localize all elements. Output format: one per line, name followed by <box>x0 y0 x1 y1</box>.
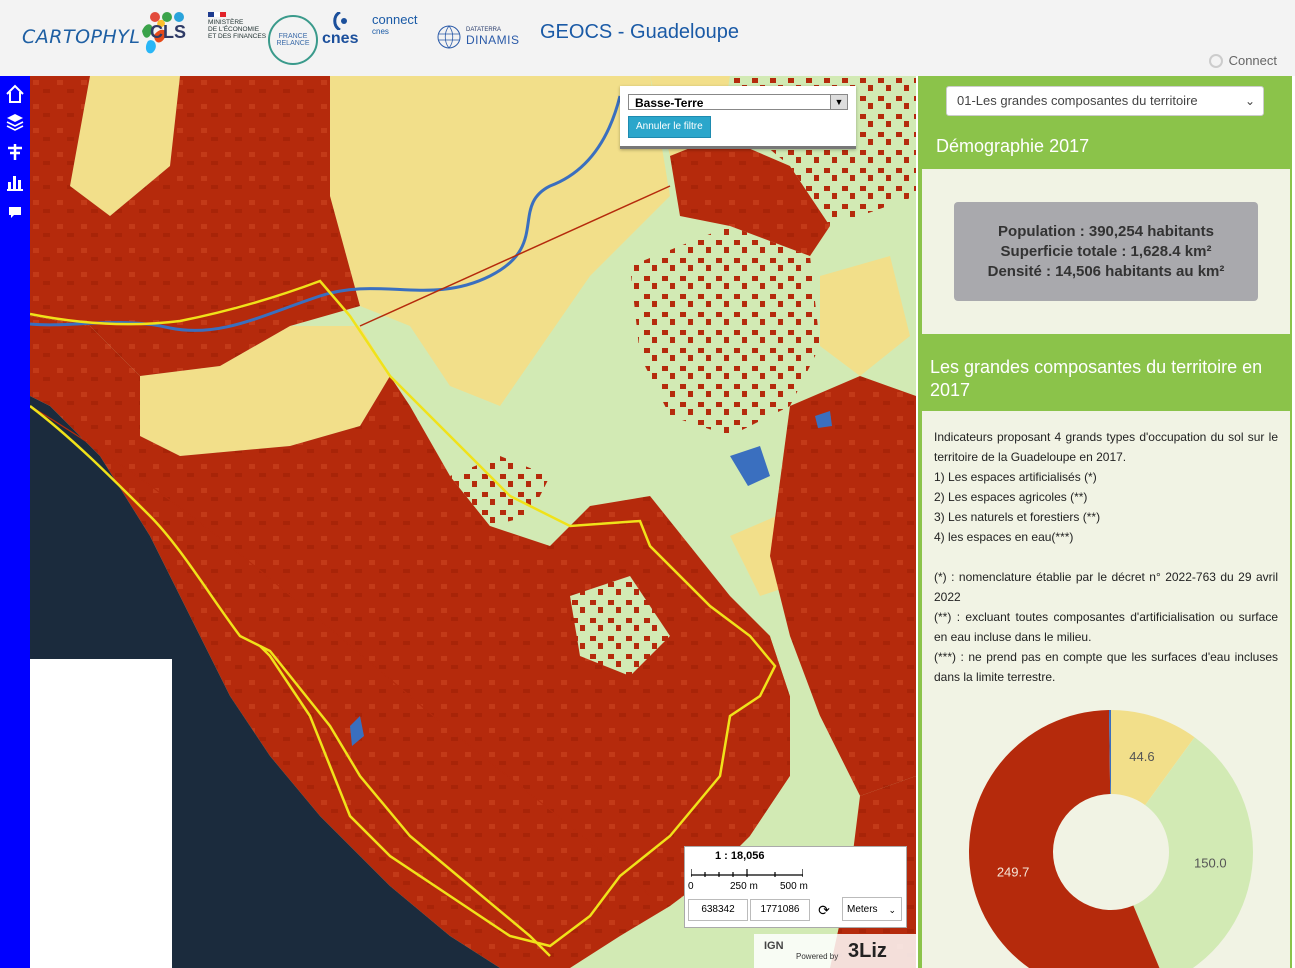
cancel-filter-button[interactable]: Annuler le filtre <box>628 116 711 138</box>
ministere-line-1: MINISTÈRE <box>208 19 244 26</box>
commune-filter-value: Basse-Terre <box>635 96 704 110</box>
app-title: GEOCS - Guadeloupe <box>540 21 739 43</box>
composantes-text: Indicateurs proposant 4 grands types d'o… <box>934 427 1278 687</box>
dinamis-globe-icon <box>437 25 461 49</box>
cnes-logo-text: cnes <box>322 30 359 47</box>
france-relance-logo[interactable]: FRANCE RELANCE <box>268 15 318 65</box>
composantes-item: 3) Les naturels et forestiers (**) <box>934 510 1101 524</box>
composantes-item: 1) Les espaces artificialisés (*) <box>934 470 1097 484</box>
connect-label: Connect <box>1228 53 1277 68</box>
left-toolbar <box>0 76 30 968</box>
french-flag-icon <box>208 12 226 17</box>
coord-y-field[interactable]: 1771086 <box>750 899 810 921</box>
chevron-down-icon: ⌄ <box>1244 94 1255 108</box>
composantes-note: (***) : ne prend pas en compte que les s… <box>934 650 1278 684</box>
cartophyl-logo[interactable]: CARTOPHYL <box>22 12 170 62</box>
dropdown-arrow-icon: ▼ <box>830 95 847 109</box>
connect-logo-subtext: cnes <box>372 27 389 36</box>
theme-select-value: 01-Les grandes composantes du territoire <box>957 93 1198 108</box>
densite-stat: Densité : 14,506 habitants au km² <box>987 263 1225 280</box>
scale-label-0: 0 <box>688 881 694 892</box>
scale-ratio: 1 : 18,056 <box>715 850 765 862</box>
theme-select[interactable]: 01-Les grandes composantes du territoire… <box>946 86 1264 116</box>
composantes-title: Les grandes composantes du territoire en… <box>930 357 1263 400</box>
comment-icon[interactable] <box>3 200 27 224</box>
map-canvas[interactable] <box>30 76 916 968</box>
units-select[interactable]: Meters ⌄ <box>842 897 902 921</box>
ministere-line-3: ET DES FINANCES <box>208 33 267 40</box>
scale-widget: 1 : 18,056 0 250 m 500 m 638342 1771086 … <box>684 846 907 928</box>
refresh-icon[interactable]: ⟳ <box>813 899 835 921</box>
coord-x-field[interactable]: 638342 <box>688 899 748 921</box>
power-icon <box>1208 53 1223 68</box>
relance-logo-text: FRANCE RELANCE <box>276 33 310 47</box>
map-view[interactable]: Basse-Terre ▼ Annuler le filtre 1 : 18,0… <box>30 76 916 968</box>
layers-icon[interactable] <box>3 110 27 134</box>
demographie-stats: Population : 390,254 habitants Superfici… <box>954 202 1258 301</box>
powered-by-text: Powered by <box>796 952 839 961</box>
3liz-logo[interactable]: 3Liz <box>848 940 887 963</box>
scale-bar <box>691 869 803 877</box>
composantes-body: Indicateurs proposant 4 grands types d'o… <box>922 411 1290 968</box>
superficie-stat: Superficie totale : 1,628.4 km² <box>1000 243 1212 260</box>
composantes-intro: Indicateurs proposant 4 grands types d'o… <box>934 430 1278 464</box>
connect-logo-text: connect <box>372 12 418 27</box>
composantes-note: (**) : excluant toutes composantes d'art… <box>934 610 1278 644</box>
commune-filter-select[interactable]: Basse-Terre ▼ <box>628 94 848 110</box>
ministere-logo[interactable]: MINISTÈRE DE L'ÉCONOMIE ET DES FINANCES <box>208 12 266 62</box>
dinamis-logo[interactable]: DATATERRA DINAMIS <box>436 12 520 62</box>
scale-label-250: 250 m <box>730 881 758 892</box>
demographie-title: Démographie 2017 <box>936 136 1090 156</box>
connect-button[interactable]: Connect <box>1208 53 1277 68</box>
composantes-note: (*) : nomenclature établie par le décret… <box>934 570 1278 604</box>
cls-logo[interactable]: CLS <box>150 12 186 62</box>
cls-logo-text: CLS <box>150 22 186 42</box>
ministere-line-2: DE L'ÉCONOMIE <box>208 26 260 33</box>
cnes-swoosh-icon <box>333 12 348 30</box>
cnes-logo[interactable]: cnes <box>322 12 358 62</box>
population-stat: Population : 390,254 habitants <box>998 223 1214 240</box>
ign-logo[interactable]: IGN <box>764 940 784 952</box>
locate-icon[interactable] <box>3 140 27 164</box>
app-header: CARTOPHYL CLS MINISTÈRE DE L'ÉCONOMIE ET… <box>0 0 1295 77</box>
connect-by-cnes-logo[interactable]: connect cnes <box>372 12 418 62</box>
home-icon[interactable] <box>3 82 27 106</box>
dashboard-panel: 01-Les grandes composantes du territoire… <box>916 76 1295 968</box>
dinamis-text: DINAMIS <box>466 33 520 47</box>
chevron-down-icon: ⌄ <box>888 905 896 915</box>
demographie-body: Population : 390,254 habitants Superfici… <box>922 169 1290 334</box>
composantes-item: 2) Les espaces agricoles (**) <box>934 490 1088 504</box>
filter-panel: Basse-Terre ▼ Annuler le filtre <box>620 86 856 149</box>
cls-dots-icon <box>150 12 184 22</box>
chart-icon[interactable] <box>3 170 27 194</box>
donut-label: 150.0 <box>1194 856 1227 871</box>
units-value: Meters <box>847 904 878 915</box>
scale-label-500: 500 m <box>780 881 808 892</box>
cartophyl-logo-text: CARTOPHYL <box>22 26 141 48</box>
land-use-donut-chart[interactable]: 44.6 150.0 249.7 <box>966 707 1256 968</box>
donut-label: 249.7 <box>997 864 1030 879</box>
donut-label: 44.6 <box>1129 749 1154 764</box>
composantes-item: 4) les espaces en eau(***) <box>934 530 1074 544</box>
map-attribution: IGN Powered by 3Liz <box>754 934 916 968</box>
